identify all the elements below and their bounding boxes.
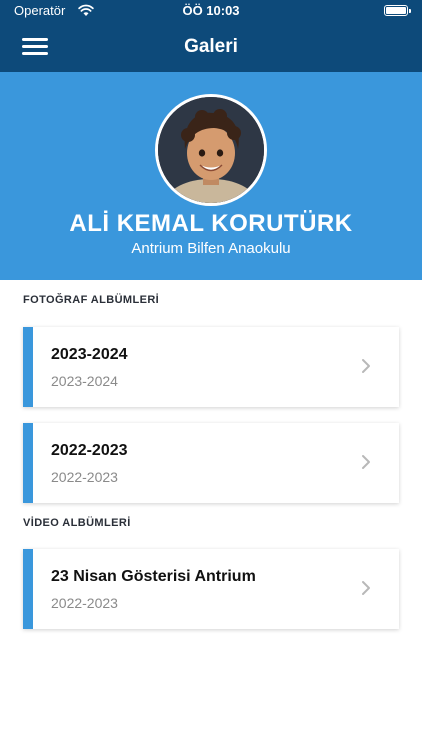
- photo-albums-heading: FOTOĞRAF ALBÜMLERİ: [23, 294, 160, 306]
- battery-icon: [384, 5, 411, 16]
- album-subtitle: 2023-2024: [51, 373, 118, 389]
- album-subtitle: 2022-2023: [51, 469, 118, 485]
- album-card[interactable]: 2022-2023 2022-2023: [23, 423, 399, 503]
- clock: ÖÖ 10:03: [182, 3, 240, 18]
- child-photo-icon: [158, 97, 264, 203]
- album-card[interactable]: 2023-2024 2023-2024: [23, 327, 399, 407]
- video-albums-heading: VİDEO ALBÜMLERİ: [23, 517, 131, 529]
- album-title: 2023-2024: [51, 346, 128, 363]
- accent-bar: [23, 327, 33, 407]
- avatar: [155, 94, 267, 206]
- school-name: Antrium Bilfen Anaokulu: [131, 240, 291, 257]
- status-bar: Operatör ÖÖ 10:03: [0, 0, 422, 22]
- student-name: ALİ KEMAL KORUTÜRK: [69, 210, 353, 237]
- navigation-header: Operatör ÖÖ 10:03 Galeri: [0, 0, 422, 72]
- chevron-right-icon: [362, 581, 370, 595]
- profile-header: ALİ KEMAL KORUTÜRK Antrium Bilfen Anaoku…: [0, 72, 422, 280]
- page-title: Galeri: [184, 36, 238, 57]
- accent-bar: [23, 549, 33, 629]
- accent-bar: [23, 423, 33, 503]
- album-title: 2022-2023: [51, 442, 128, 459]
- chevron-right-icon: [362, 455, 370, 469]
- album-title: 23 Nisan Gösterisi Antrium: [51, 568, 256, 585]
- chevron-right-icon: [362, 359, 370, 373]
- album-card[interactable]: 23 Nisan Gösterisi Antrium 2022-2023: [23, 549, 399, 629]
- album-subtitle: 2022-2023: [51, 595, 118, 611]
